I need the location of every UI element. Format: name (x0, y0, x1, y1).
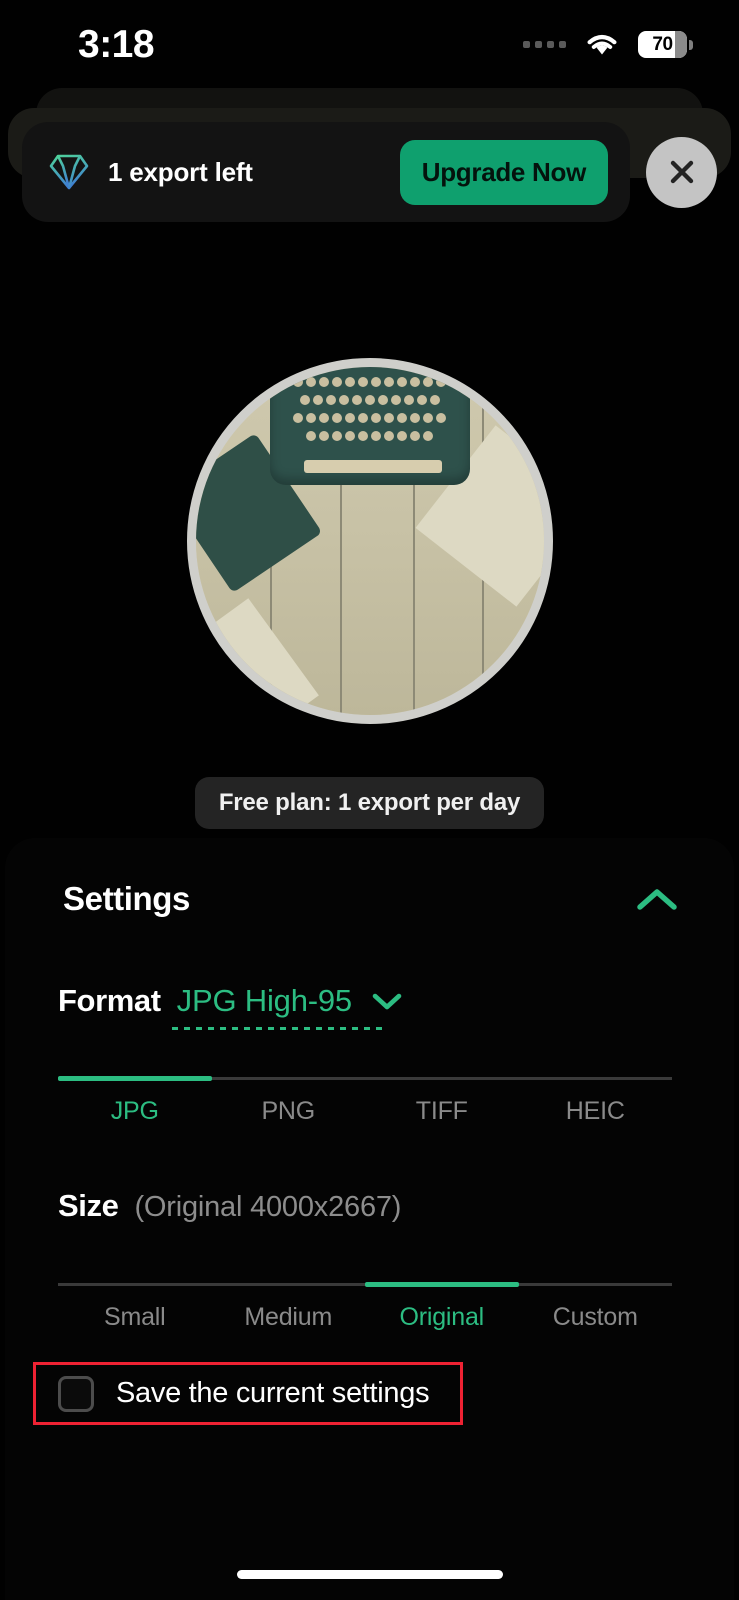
size-label: Size (58, 1188, 119, 1223)
preview-photo (195, 367, 544, 715)
close-icon (670, 160, 693, 184)
status-bar-clock: 3:18 (78, 22, 155, 66)
size-tab-medium[interactable]: Medium (212, 1303, 366, 1332)
size-detail: (Original 4000x2667) (134, 1191, 402, 1223)
close-banner-button[interactable] (646, 136, 717, 208)
save-settings-label: Save the current settings (116, 1377, 430, 1409)
size-row: Size (Original 4000x2667) (58, 1188, 401, 1224)
plan-note-wrapper: Free plan: 1 export per day (0, 777, 739, 829)
format-tab-jpg[interactable]: JPG (58, 1097, 212, 1126)
battery-percent-label: 70 (652, 33, 673, 55)
format-tab-track (58, 1076, 672, 1081)
settings-title: Settings (63, 880, 190, 917)
format-tab-heic[interactable]: HEIC (519, 1097, 673, 1126)
upgrade-banner-row: 1 export left Upgrade Now (0, 122, 739, 222)
diamond-icon (48, 153, 90, 191)
settings-header[interactable]: Settings (5, 866, 734, 932)
format-label: Format (58, 983, 161, 1018)
format-tab-tiff[interactable]: TIFF (365, 1097, 519, 1126)
image-preview-area (0, 352, 739, 730)
size-tab-original[interactable]: Original (365, 1303, 519, 1332)
size-tab-labels: Small Medium Original Custom (58, 1303, 672, 1332)
wifi-icon (585, 31, 619, 57)
home-indicator (236, 1570, 503, 1579)
size-tab-custom[interactable]: Custom (519, 1303, 673, 1332)
size-tab-strip: Small Medium Original Custom (58, 1282, 672, 1332)
size-tab-track (58, 1282, 672, 1287)
format-tab-strip: JPG PNG TIFF HEIC (58, 1076, 672, 1126)
format-tab-png[interactable]: PNG (212, 1097, 366, 1126)
size-tab-indicator (365, 1282, 519, 1287)
chevron-up-icon[interactable] (636, 886, 678, 912)
format-tab-indicator (58, 1076, 212, 1081)
save-settings-row[interactable]: Save the current settings (33, 1362, 463, 1425)
cellular-dots-icon (523, 40, 566, 48)
save-settings-checkbox[interactable] (58, 1375, 94, 1412)
format-row: Format JPG High-95 (58, 983, 402, 1019)
format-dotted-underline (172, 1027, 382, 1030)
battery-indicator: 70 (638, 30, 693, 58)
status-bar-indicators: 70 (523, 30, 693, 58)
size-tab-small[interactable]: Small (58, 1303, 212, 1332)
export-count-label: 1 export left (108, 156, 253, 187)
upgrade-now-button[interactable]: Upgrade Now (399, 139, 608, 205)
upgrade-banner: 1 export left Upgrade Now (22, 122, 630, 222)
plan-note-badge: Free plan: 1 export per day (194, 777, 545, 829)
status-bar: 3:18 70 (0, 0, 739, 88)
chevron-down-icon[interactable] (372, 992, 402, 1011)
format-selected-value[interactable]: JPG High-95 (177, 983, 352, 1019)
circular-image-preview[interactable] (186, 358, 553, 724)
app-screen: 3:18 70 1 export left Upgrade Now Free p… (0, 0, 739, 1600)
format-tab-labels: JPG PNG TIFF HEIC (58, 1097, 672, 1126)
